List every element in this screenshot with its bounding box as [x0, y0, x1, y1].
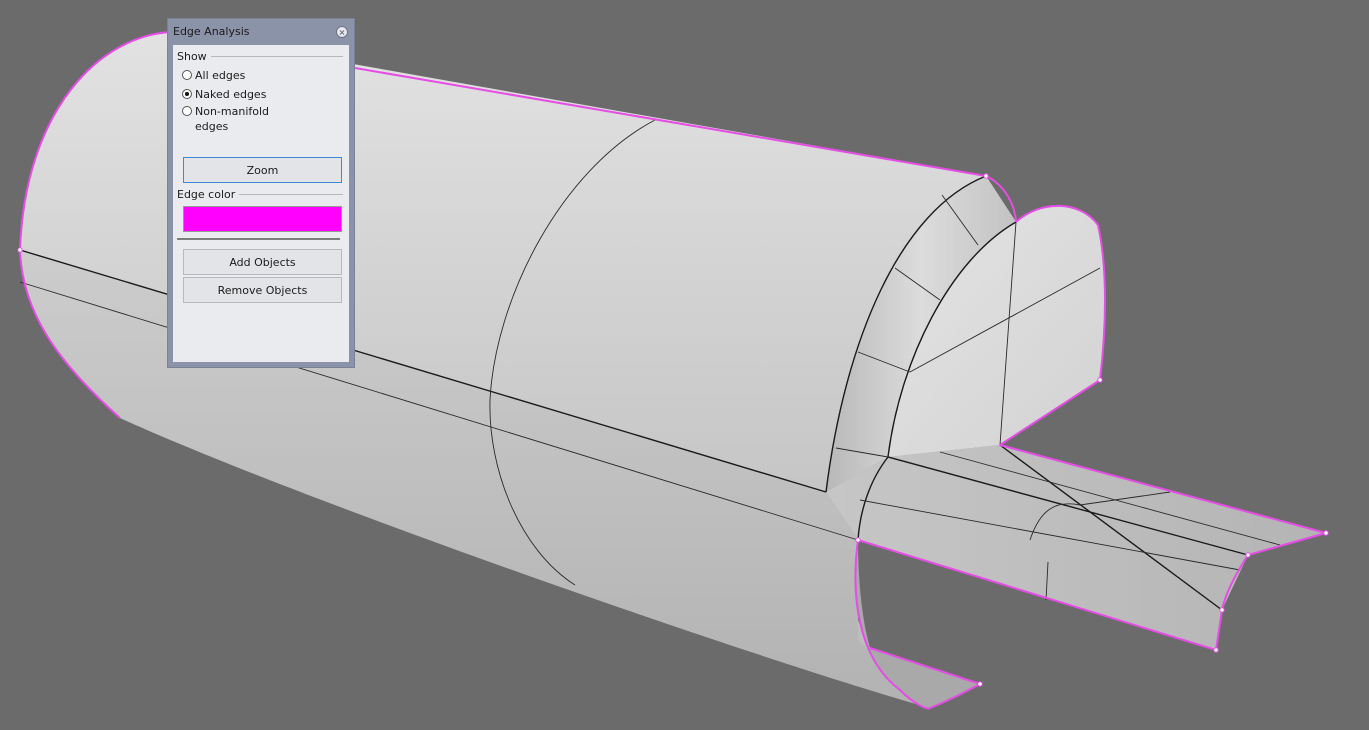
radio-label-line2: edges [195, 120, 229, 133]
panel-title: Edge Analysis [173, 25, 250, 38]
edge-color-label: Edge color [177, 188, 236, 201]
radio-non-manifold-edges[interactable]: Non-manifold edges [182, 104, 269, 134]
radio-label: Naked edges [195, 88, 267, 101]
edge-color-swatch[interactable] [183, 206, 342, 232]
trough-extension [826, 445, 1326, 650]
group-rule [239, 194, 343, 195]
radio-all-edges[interactable]: All edges [182, 68, 245, 83]
close-icon[interactable] [336, 26, 348, 38]
radio-button-selected[interactable] [182, 89, 192, 99]
radio-button[interactable] [182, 70, 192, 80]
radio-label: Non-manifold edges [195, 104, 269, 134]
divider [177, 238, 340, 240]
edge-endpoint [1097, 377, 1103, 383]
show-label: Show [177, 50, 207, 63]
edge-endpoint [983, 173, 989, 179]
zoom-button[interactable]: Zoom [183, 157, 342, 183]
radio-label-line1: Non-manifold [195, 105, 270, 118]
add-objects-button[interactable]: Add Objects [183, 249, 342, 275]
edge-analysis-panel[interactable]: Edge Analysis Show All edges Naked edges… [167, 18, 355, 368]
radio-naked-edges[interactable]: Naked edges [182, 87, 266, 102]
radio-label: All edges [195, 69, 246, 82]
edge-endpoint [1245, 552, 1251, 558]
edge-endpoint [17, 247, 23, 253]
radio-button[interactable] [182, 106, 192, 116]
edge-endpoint [977, 681, 983, 687]
group-rule [210, 56, 343, 57]
edge-endpoint [1219, 607, 1225, 613]
edge-color-group-header: Edge color [177, 188, 343, 201]
edge-endpoint [1323, 530, 1329, 536]
panel-body: Show All edges Naked edges Non-manifold … [173, 45, 349, 362]
show-group-header: Show [177, 50, 343, 63]
panel-title-bar[interactable]: Edge Analysis [168, 19, 354, 45]
edge-endpoint [1213, 647, 1219, 653]
remove-objects-button[interactable]: Remove Objects [183, 277, 342, 303]
edge-endpoint [855, 537, 861, 543]
